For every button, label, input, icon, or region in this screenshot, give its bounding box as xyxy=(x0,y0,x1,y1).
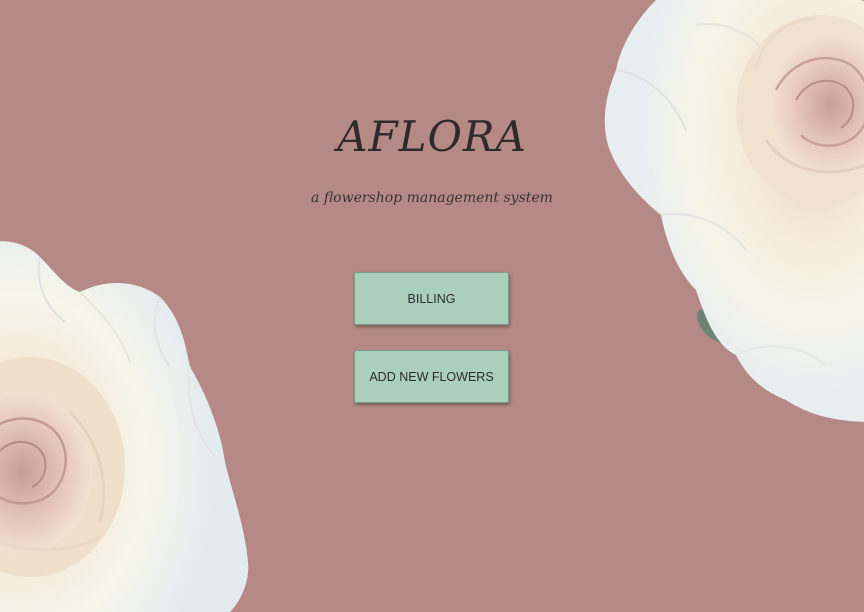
billing-button[interactable]: BILLING xyxy=(354,272,509,325)
app-subtitle: a flowershop management system xyxy=(311,190,553,206)
white-rose-image-top-right xyxy=(604,0,864,422)
app-title: AFLORA xyxy=(337,112,527,161)
add-new-flowers-button-label: ADD NEW FLOWERS xyxy=(369,369,494,384)
white-rose-image-bottom-left xyxy=(0,241,249,612)
add-new-flowers-button[interactable]: ADD NEW FLOWERS xyxy=(354,350,509,403)
billing-button-label: BILLING xyxy=(407,291,456,306)
